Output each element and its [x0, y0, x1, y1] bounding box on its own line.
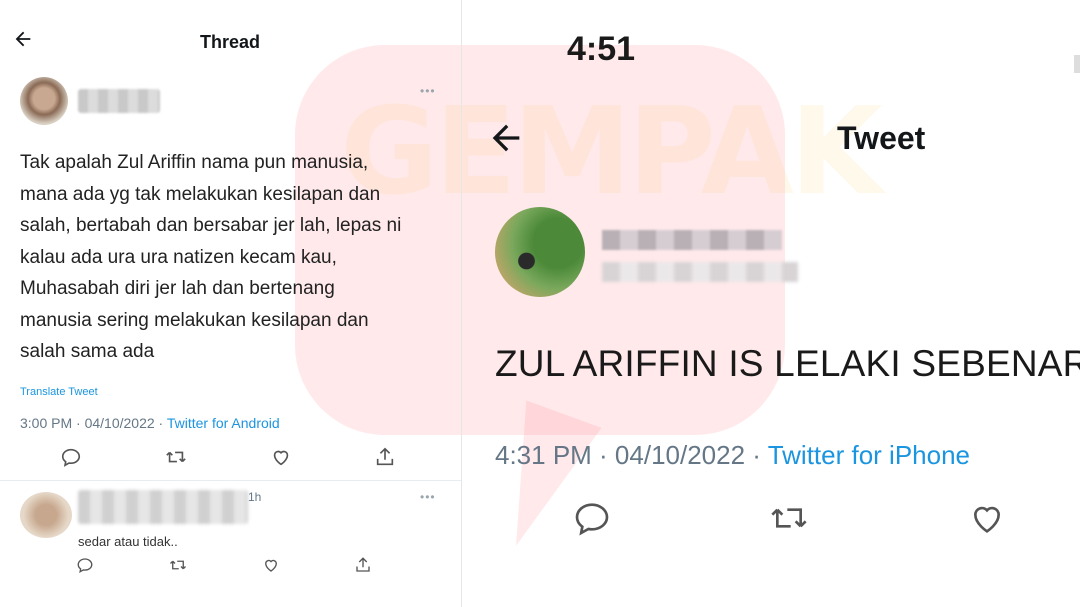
blurred-display-name — [602, 230, 782, 250]
like-icon[interactable] — [967, 498, 1007, 538]
more-dots-icon[interactable]: ••• — [420, 84, 436, 98]
more-dots-icon[interactable]: ••• — [420, 490, 436, 504]
tweet-text: ZUL ARIFFIN IS LELAKI SEBENAR — [495, 343, 1080, 384]
blurred-username — [78, 89, 160, 113]
tweet-timestamp: 4:31 PM · 04/10/2022 · — [495, 440, 768, 470]
reply-actions — [0, 556, 462, 580]
tweet-actions — [462, 498, 1080, 538]
thread-panel: Thread ••• Tak apalah Zul Ariffin nama p… — [0, 0, 462, 607]
avatar[interactable] — [495, 207, 585, 297]
edge-fragment — [1074, 55, 1080, 73]
retweet-icon[interactable] — [767, 498, 811, 538]
share-icon[interactable] — [374, 446, 396, 468]
translate-tweet-link[interactable]: Translate Tweet — [20, 386, 98, 398]
tweet-meta: 4:31 PM · 04/10/2022 · Twitter for iPhon… — [495, 440, 970, 471]
retweet-icon[interactable] — [168, 556, 188, 574]
tweet-meta: 3:00 PM · 04/10/2022 · Twitter for Andro… — [20, 415, 280, 431]
reply-icon[interactable] — [572, 498, 612, 538]
like-icon[interactable] — [270, 446, 292, 468]
page-title: Tweet — [837, 120, 926, 156]
reply-time: 1h — [248, 490, 262, 504]
avatar[interactable] — [20, 77, 68, 125]
status-bar-time: 4:51 — [567, 30, 636, 68]
like-icon[interactable] — [262, 556, 280, 574]
tweet-source[interactable]: Twitter for iPhone — [768, 440, 970, 470]
divider — [0, 480, 462, 481]
tweet-text: Tak apalah Zul Ariffin nama pun manusia,… — [20, 152, 402, 362]
blurred-handle — [602, 262, 798, 282]
reply-icon[interactable] — [60, 446, 82, 468]
retweet-icon[interactable] — [164, 446, 188, 468]
blurred-reply-header — [78, 490, 248, 524]
tweet-source[interactable]: Twitter for Android — [167, 415, 280, 431]
page-title: Thread — [199, 32, 260, 52]
back-arrow-icon[interactable] — [486, 118, 526, 158]
share-icon[interactable] — [354, 556, 372, 574]
tweet-timestamp: 3:00 PM · 04/10/2022 · — [20, 415, 167, 431]
reply-avatar[interactable] — [20, 492, 72, 538]
reply-text: sedar atau tidak.. — [78, 534, 178, 549]
tweet-actions — [0, 446, 462, 474]
tweet-panel: 4:51 Tweet ZUL ARIFFIN IS LELAKI SEBENAR… — [462, 0, 1080, 607]
reply-icon[interactable] — [76, 556, 94, 574]
